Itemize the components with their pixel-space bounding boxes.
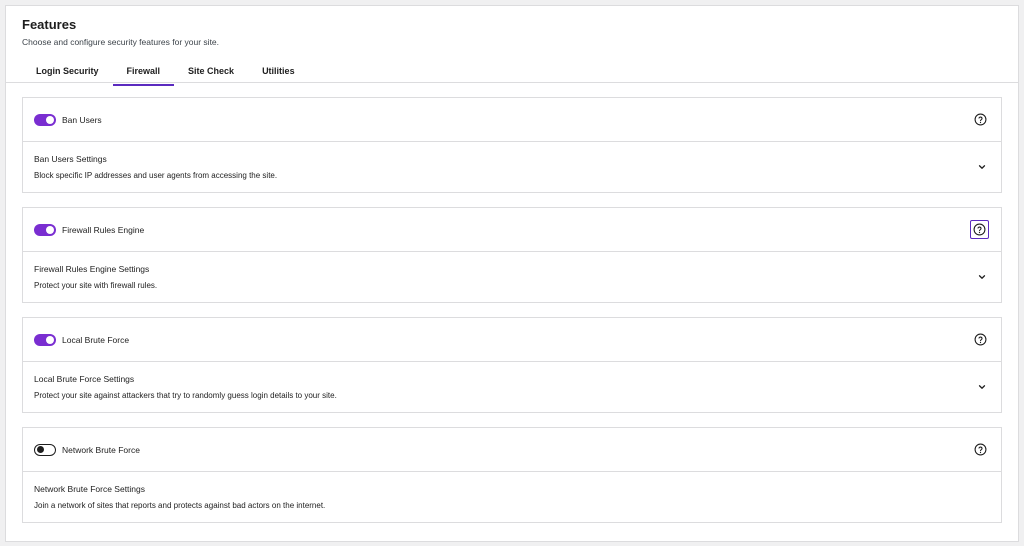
feature-name: Ban Users (62, 114, 102, 125)
settings-text: Ban Users Settings Block specific IP add… (34, 153, 975, 181)
tab-site-check[interactable]: Site Check (174, 59, 248, 85)
toggle-knob (37, 446, 44, 453)
feature-header: Local Brute Force (23, 318, 1001, 362)
question-circle-icon (974, 443, 986, 456)
expand-button[interactable] (975, 380, 989, 394)
feature-card-ban-users: Ban Users Ban Users Settings Block speci… (22, 97, 1002, 193)
help-button[interactable] (971, 111, 989, 129)
chevron-down-icon (978, 385, 986, 389)
features-page: Features Choose and configure security f… (5, 5, 1019, 542)
page-title: Features (22, 17, 77, 32)
help-button[interactable] (971, 441, 989, 459)
feature-settings-row[interactable]: Local Brute Force Settings Protect your … (23, 362, 1001, 412)
toggle-knob (46, 335, 54, 344)
question-circle-icon (974, 333, 986, 346)
settings-text: Firewall Rules Engine Settings Protect y… (34, 263, 975, 291)
question-circle-icon (973, 223, 986, 236)
feature-card-local-brute-force: Local Brute Force Local Brute Force Sett… (22, 317, 1002, 413)
expand-button[interactable] (975, 160, 989, 174)
firewall-rules-engine-toggle[interactable] (34, 223, 56, 236)
toggle-knob (46, 115, 54, 124)
chevron-down-icon (978, 165, 986, 169)
settings-title: Ban Users Settings (34, 154, 107, 164)
feature-header: Ban Users (23, 98, 1001, 142)
help-button[interactable] (971, 331, 989, 349)
tab-login-security[interactable]: Login Security (22, 59, 113, 85)
settings-description: Protect your site with firewall rules. (34, 281, 158, 290)
feature-name: Network Brute Force (62, 444, 140, 455)
local-brute-force-toggle[interactable] (34, 333, 56, 346)
feature-settings-row[interactable]: Ban Users Settings Block specific IP add… (23, 142, 1001, 192)
tab-bar: Login Security Firewall Site Check Utili… (22, 59, 1002, 86)
settings-description: Block specific IP addresses and user age… (34, 171, 278, 180)
feature-name: Local Brute Force (62, 334, 130, 345)
settings-title: Network Brute Force Settings (34, 484, 146, 494)
expand-button[interactable] (975, 270, 989, 284)
settings-title: Local Brute Force Settings (34, 374, 135, 384)
network-brute-force-toggle[interactable] (34, 443, 56, 456)
help-button[interactable] (970, 220, 989, 239)
feature-settings-row[interactable]: Firewall Rules Engine Settings Protect y… (23, 252, 1001, 302)
ban-users-toggle[interactable] (34, 113, 56, 126)
question-circle-icon (974, 113, 986, 126)
settings-description: Join a network of sites that reports and… (34, 501, 326, 510)
feature-settings-row: Network Brute Force Settings Join a netw… (23, 472, 1001, 522)
toggle-knob (46, 225, 54, 234)
feature-card-network-brute-force: Network Brute Force Network Brute Force … (22, 427, 1002, 523)
feature-card-firewall-rules-engine: Firewall Rules Engine Firewall Rules Eng… (22, 207, 1002, 303)
chevron-down-icon (978, 275, 986, 279)
settings-title: Firewall Rules Engine Settings (34, 264, 150, 274)
page-header: Features Choose and configure security f… (6, 6, 1018, 86)
settings-text: Local Brute Force Settings Protect your … (34, 373, 975, 401)
tab-firewall[interactable]: Firewall (112, 59, 175, 86)
feature-header: Firewall Rules Engine (23, 208, 1001, 252)
settings-text: Network Brute Force Settings Join a netw… (34, 483, 989, 511)
settings-description: Protect your site against attackers that… (34, 391, 337, 400)
feature-header: Network Brute Force (23, 428, 1001, 472)
page-subtitle: Choose and configure security features f… (22, 37, 220, 47)
tab-utilities[interactable]: Utilities (248, 59, 309, 85)
feature-list: Ban Users Ban Users Settings Block speci… (6, 83, 1018, 523)
feature-name: Firewall Rules Engine (62, 224, 145, 235)
